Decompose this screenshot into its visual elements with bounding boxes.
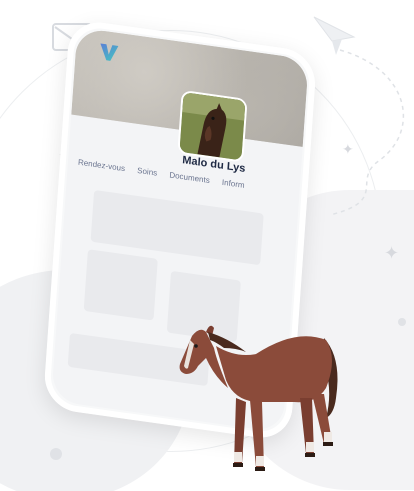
sparkle-icon: ✦ — [342, 141, 354, 157]
dashed-flight-path — [329, 49, 405, 216]
tab-documents[interactable]: Documents — [169, 170, 210, 185]
content-card-small-left — [83, 249, 158, 321]
sparkle-icon: ✦ — [384, 243, 400, 263]
decor-dot — [50, 448, 62, 460]
horse-avatar[interactable] — [177, 89, 248, 163]
horse-illustration — [179, 325, 338, 471]
tab-informations[interactable]: Inform — [222, 178, 245, 190]
brand-logo — [100, 43, 119, 61]
tab-soins[interactable]: Soins — [137, 166, 158, 178]
tab-rendez-vous[interactable]: Rendez-vous — [78, 158, 126, 174]
decor-dot — [398, 318, 406, 326]
illustration-stage: ✦ ✦ ✦ ✦ — [0, 0, 414, 491]
